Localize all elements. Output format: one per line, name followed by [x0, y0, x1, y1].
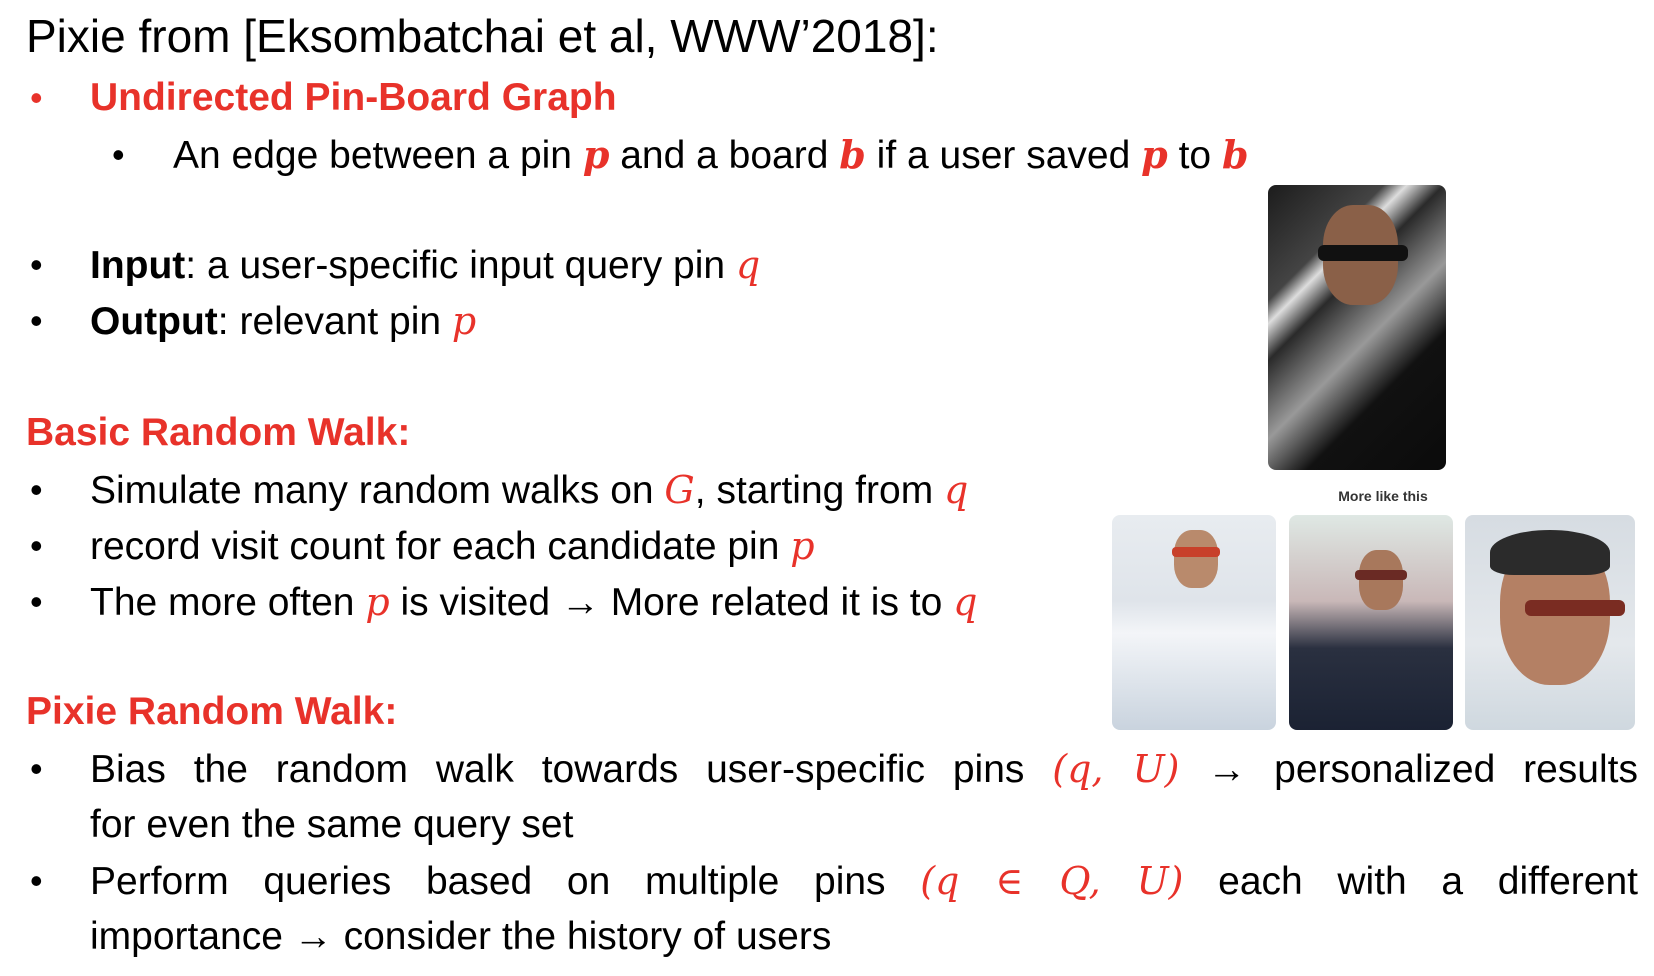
- math-var: q: [735, 243, 761, 287]
- section-heading-pixie: Pixie Random Walk:: [26, 690, 398, 733]
- section-heading-graph: Undirected Pin-Board Graph: [90, 76, 617, 119]
- math-var: p: [451, 299, 477, 343]
- text: Perform queries based on multiple pins: [90, 860, 921, 903]
- text: is visited → More related it is to: [389, 581, 954, 624]
- label: Input: [90, 244, 186, 287]
- slide-title: Pixie from [Eksombatchai et al, WWW’2018…: [26, 10, 939, 62]
- text: each with a different: [1183, 860, 1638, 903]
- math-var: b: [1221, 132, 1249, 177]
- output-line: Output: relevant pin p: [90, 297, 476, 346]
- text: if a user saved: [865, 134, 1142, 177]
- pixie-bullet-1-cont: for even the same query set: [90, 803, 574, 846]
- pixie-bullet-2: Perform queries based on multiple pins (…: [90, 853, 1638, 910]
- bullet: •: [112, 134, 125, 175]
- face-shape: [1174, 530, 1218, 588]
- related-pin-image-3[interactable]: [1465, 515, 1635, 730]
- basic-bullet-2: record visit count for each candidate pi…: [90, 522, 815, 571]
- basic-bullet-3: The more often p is visited → More relat…: [90, 578, 978, 627]
- text: , starting from: [694, 469, 945, 512]
- math-expr: (q, U): [1052, 747, 1180, 791]
- sunglasses-shape: [1318, 245, 1408, 261]
- bullet: •: [30, 469, 43, 510]
- query-pin-image[interactable]: [1268, 185, 1446, 470]
- text: Bias the random walk towards user-specif…: [90, 748, 1053, 791]
- bullet: •: [30, 300, 43, 341]
- math-var: p: [790, 524, 815, 568]
- text: and a board: [609, 134, 840, 177]
- text: Simulate many random walks on: [90, 469, 665, 512]
- hair-shape: [1490, 530, 1610, 575]
- text: record visit count for each candidate pi…: [90, 525, 791, 568]
- more-like-this-label: More like this: [1338, 488, 1428, 504]
- bullet: •: [30, 860, 43, 901]
- sunglasses-shape: [1355, 570, 1407, 580]
- sunglasses-shape: [1172, 547, 1220, 557]
- math-var: p: [1141, 132, 1168, 177]
- edge-definition: An edge between a pin p and a board b if…: [173, 131, 1249, 180]
- math-var: b: [839, 132, 866, 177]
- related-pin-image-2[interactable]: [1289, 515, 1453, 730]
- math-var: q: [953, 580, 978, 624]
- pixie-bullet-2-cont: importance → consider the history of use…: [90, 915, 832, 958]
- label: Output: [90, 300, 218, 343]
- related-pin-image-1[interactable]: [1112, 515, 1276, 730]
- bullet: •: [30, 581, 43, 622]
- pixie-bullet-1: Bias the random walk towards user-specif…: [90, 741, 1638, 798]
- math-var: p: [365, 580, 390, 624]
- text: The more often: [90, 581, 366, 624]
- section-heading-basic: Basic Random Walk:: [26, 411, 411, 454]
- text: : a user-specific input query pin: [185, 244, 736, 287]
- input-line: Input: a user-specific input query pin q: [90, 241, 760, 290]
- text: An edge between a pin: [173, 134, 583, 177]
- math-var: q: [944, 468, 969, 512]
- math-expr: (q ∈ Q, U): [920, 859, 1184, 903]
- face-shape: [1359, 550, 1403, 610]
- text: to: [1167, 134, 1222, 177]
- bullet: •: [30, 525, 43, 566]
- text: → personalized results: [1179, 748, 1638, 791]
- math-var: G: [664, 468, 695, 512]
- basic-bullet-1: Simulate many random walks on G, startin…: [90, 466, 968, 515]
- math-var: p: [582, 132, 610, 177]
- bullet: •: [30, 748, 43, 789]
- bullet: •: [30, 244, 43, 285]
- text: : relevant pin: [217, 300, 452, 343]
- sunglasses-shape: [1525, 600, 1625, 616]
- bullet: •: [30, 77, 43, 118]
